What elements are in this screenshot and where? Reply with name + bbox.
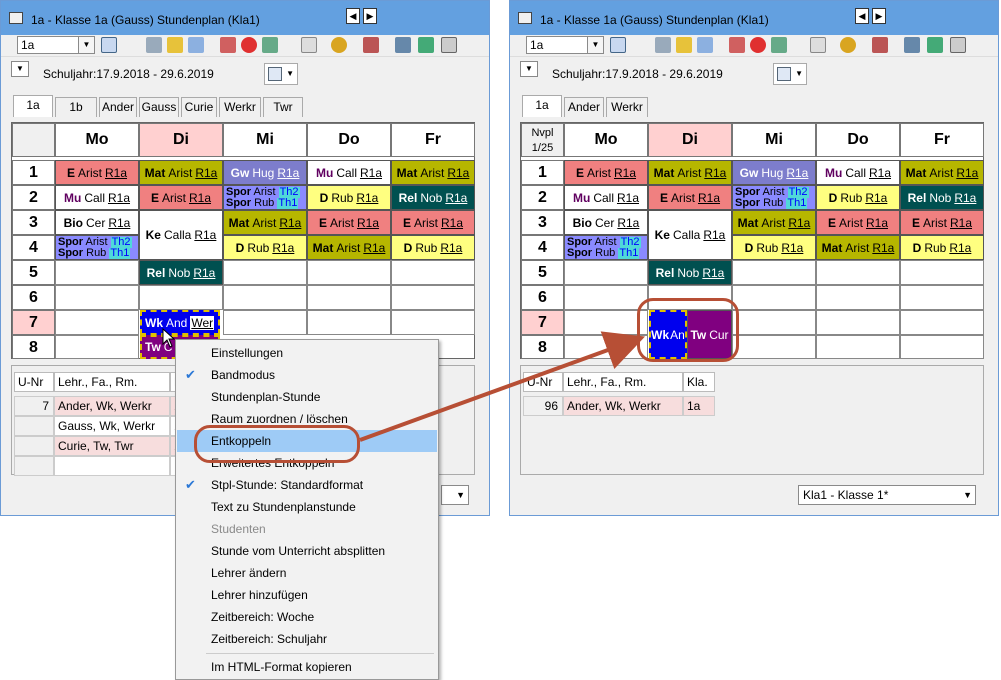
arrow-annotation: [359, 331, 646, 442]
